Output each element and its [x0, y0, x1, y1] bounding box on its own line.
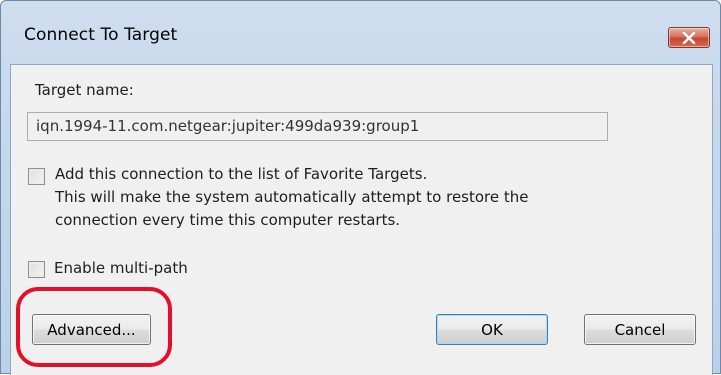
favorite-targets-label[interactable]: Add this connection to the list of Favor…	[55, 165, 427, 183]
ok-button[interactable]: OK	[436, 314, 548, 345]
target-name-field[interactable]: iqn.1994-11.com.netgear:jupiter:499da939…	[27, 112, 608, 141]
dialog-title: Connect To Target	[24, 25, 178, 45]
favorite-targets-description-line2: connection every time this computer rest…	[55, 211, 401, 229]
close-icon	[682, 31, 696, 44]
cancel-button[interactable]: Cancel	[584, 314, 696, 345]
favorite-targets-checkbox[interactable]	[28, 168, 45, 185]
dialog-body: Target name: iqn.1994-11.com.netgear:jup…	[10, 64, 713, 375]
close-button[interactable]	[668, 27, 710, 48]
advanced-button[interactable]: Advanced...	[32, 314, 151, 345]
multipath-checkbox[interactable]	[28, 261, 45, 278]
multipath-label[interactable]: Enable multi-path	[54, 259, 188, 277]
connect-to-target-dialog: Connect To Target Target name: iqn.1994-…	[0, 0, 721, 375]
favorite-targets-description-line1: This will make the system automatically …	[55, 188, 529, 206]
target-name-label: Target name:	[35, 81, 134, 99]
